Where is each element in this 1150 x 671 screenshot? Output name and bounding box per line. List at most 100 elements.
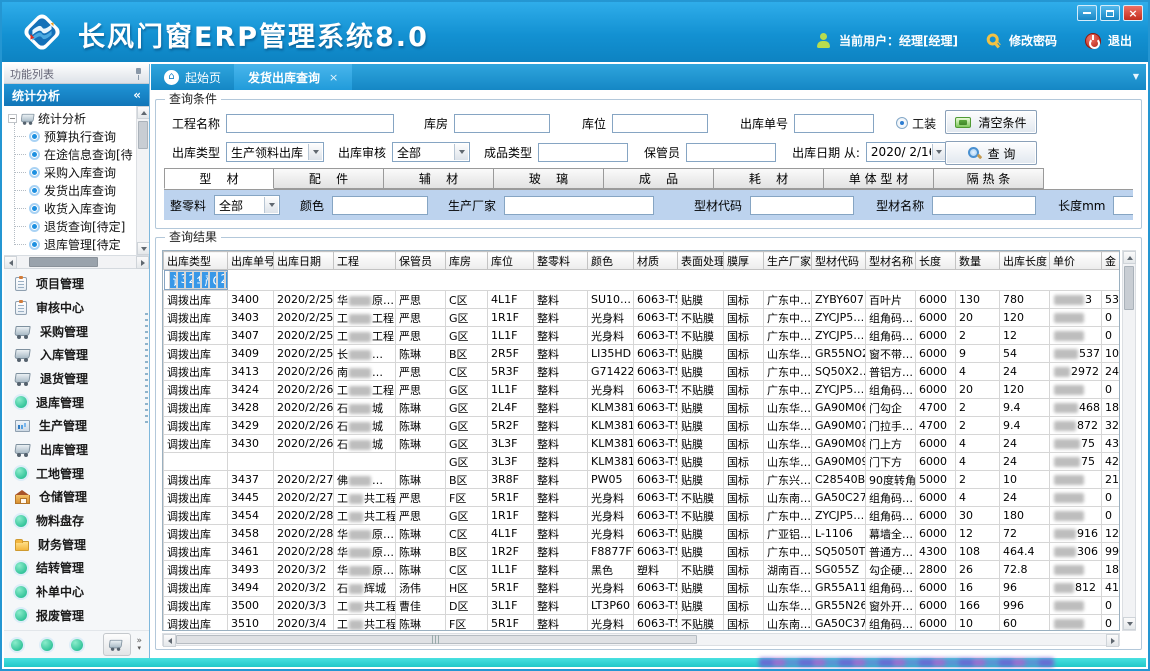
tree-item[interactable]: 采购入库查询 [14,163,135,181]
order-no-input[interactable] [794,114,874,133]
scroll-thumb[interactable] [176,635,697,644]
table-row[interactable]: 调拨出库34932020/3/2华原…陈琳C区1L1F整料黑色塑料不贴膜国标湖南… [164,561,1121,579]
tree-item[interactable]: 预算执行查询 [14,127,135,145]
table-row[interactable]: 调拨出库34612020/2/28华原…陈琳B区1R2F整料F8877FT606… [164,543,1121,561]
table-row[interactable]: 调拨出库34542020/2/28工共工程严思G区1R1F整料光身料6063-T… [164,507,1121,525]
tree-expander-icon[interactable] [8,114,17,123]
tab-close-icon[interactable]: × [329,71,338,84]
sidebar-menu-item[interactable]: 审核中心 [4,296,149,320]
table-row[interactable]: 调拨出库33992020/2/25华原…严思C区2L1F整料SU10…6063-… [164,270,228,290]
scroll-track[interactable] [17,256,136,268]
table-row[interactable]: 调拨出库34092020/2/25长…陈琳B区2R5F整料LI35HD6063-… [164,345,1121,363]
table-row[interactable]: 调拨出库34292020/2/26石城陈琳G区5R2F整料KLM38176063… [164,417,1121,435]
column-header[interactable]: 保管员 [396,252,446,270]
tree-horizontal-scrollbar[interactable] [4,256,149,269]
column-header[interactable]: 库位 [488,252,534,270]
column-header[interactable]: 材质 [634,252,678,270]
grid-vertical-scrollbar[interactable] [1122,250,1136,631]
search-button[interactable]: 查 询 [945,141,1037,165]
logout-link[interactable]: 退出 [1108,32,1132,49]
column-header[interactable]: 工程 [334,252,396,270]
pin-icon[interactable] [134,67,143,80]
scroll-right-icon[interactable] [136,256,149,269]
scroll-down-icon[interactable] [1123,617,1136,630]
material-tab[interactable]: 单 体 型 材 [824,168,934,189]
table-row[interactable]: 调拨出库34372020/2/27佛…陈琳B区3R8F整料PW056063-T5… [164,471,1121,489]
sidebar-menu-item[interactable]: 项目管理 [4,272,149,296]
sidebar-menu-item[interactable]: 仓储管理 [4,485,149,509]
tab-overflow-caret-icon[interactable]: ▼ [1133,72,1139,81]
radio-gongzhuang[interactable] [896,117,908,129]
sidebar-group-header[interactable]: 统计分析 « [4,84,149,106]
tree-item[interactable]: 收货入库查询 [14,199,135,217]
column-header[interactable]: 颜色 [588,252,634,270]
color-input[interactable] [332,196,428,215]
column-header[interactable]: 出库日期 [274,252,334,270]
scroll-up-icon[interactable] [1123,251,1136,264]
sidebar-menu-item[interactable]: 物料盘存 [4,509,149,533]
column-header[interactable]: 型材名称 [866,252,916,270]
scroll-right-icon[interactable] [1106,634,1119,647]
audit-select[interactable]: 全部 [392,142,470,162]
factory-input[interactable] [504,196,654,215]
cart-quick-button[interactable] [103,633,131,656]
length-input[interactable] [1113,196,1133,215]
warehouse-input[interactable] [454,114,550,133]
table-row[interactable]: 调拨出库34002020/2/25华原…严思C区4L1F整料SU10…6063-… [164,291,1121,309]
table-row[interactable]: 调拨出库34302020/2/26石城陈琳G区3L3F整料KLM38176063… [164,435,1121,453]
close-button[interactable]: × [1123,5,1143,21]
sidebar-menu-item[interactable]: 工地管理 [4,461,149,485]
column-header[interactable]: 膜厚 [724,252,764,270]
product-type-input[interactable] [538,143,628,162]
column-header[interactable]: 数量 [956,252,1000,270]
column-header[interactable]: 表面处理 [678,252,724,270]
table-row[interactable]: 调拨出库34942020/3/2石辉城汤伟H区5R1F整料光身料6063-T5贴… [164,579,1121,597]
sidebar-menu-item[interactable]: 退库管理 [4,390,149,414]
dot-icon[interactable] [11,639,23,651]
column-header[interactable]: 生产厂家 [764,252,812,270]
tree-item[interactable]: 在途信息查询[待 [14,145,135,163]
table-row[interactable]: 调拨出库34032020/2/25工工程严思G区1R1F整料光身料6063-T5… [164,309,1121,327]
change-password-link[interactable]: 修改密码 [1009,32,1057,49]
out-type-select[interactable]: 生产领料出库 [226,142,324,162]
maximize-button[interactable] [1100,5,1120,21]
material-tab[interactable]: 配 件 [274,168,384,189]
material-tab[interactable]: 隔 热 条 [934,168,1044,189]
tab-shipping-outbound-query[interactable]: 发货出库查询 × [234,64,352,90]
sidebar-menu-item[interactable]: 财务管理 [4,532,149,556]
grid-horizontal-scrollbar[interactable] [162,633,1120,646]
sidebar-menu-item[interactable]: 入库管理 [4,343,149,367]
sidebar-menu-item[interactable]: 退货管理 [4,367,149,391]
radio-gongzhuang-label[interactable]: 工装 [912,115,936,132]
column-header[interactable]: 库房 [446,252,488,270]
table-row[interactable]: 调拨出库35102020/3/4工共工程陈琳F区5R1F整料光身料6063-T5… [164,615,1121,632]
profile-name-input[interactable] [932,196,1036,215]
dot-icon[interactable] [71,639,83,651]
tab-home[interactable]: 起始页 [151,64,234,90]
table-row[interactable]: 调拨出库34582020/2/28华原…陈琳C区4L1F整料光身料6063-T5… [164,525,1121,543]
material-tab[interactable]: 成 品 [604,168,714,189]
sidebar-menu-item[interactable]: 采购管理 [4,319,149,343]
table-row[interactable]: 调拨出库34132020/2/26南…严思C区5R3F整料G714226063-… [164,363,1121,381]
sidebar-menu-item[interactable]: 出库管理 [4,438,149,462]
dot-icon[interactable] [41,639,53,651]
scroll-left-icon[interactable] [163,634,176,647]
sidebar-overflow-button[interactable]: » ▾ [136,638,142,652]
column-header[interactable]: 出库长度 [1000,252,1050,270]
table-row[interactable]: 调拨出库35002020/3/3工共工程曹佳D区3L1F整料LT3P606063… [164,597,1121,615]
column-header[interactable]: 型材代码 [812,252,866,270]
scroll-down-icon[interactable] [137,242,149,255]
column-header[interactable]: 出库类型 [164,252,228,270]
collapse-chevrons-icon[interactable]: « [133,88,141,102]
scroll-track[interactable] [137,119,149,242]
material-tab[interactable]: 耗 材 [714,168,824,189]
table-row[interactable]: 调拨出库34452020/2/27工共工程严思F区5R1F整料光身料6063-T… [164,489,1121,507]
whole-piece-select[interactable]: 全部 [214,195,280,215]
column-header[interactable]: 出库单号 [228,252,274,270]
scroll-thumb[interactable] [1124,266,1134,310]
tree-item[interactable]: 退货查询[待定] [14,217,135,235]
profile-code-input[interactable] [750,196,854,215]
table-row[interactable]: 调拨出库34072020/2/25工工程严思G区1L1F整料光身料6063-T5… [164,327,1121,345]
tree-vertical-scrollbar[interactable] [136,106,149,255]
keeper-input[interactable] [686,143,776,162]
